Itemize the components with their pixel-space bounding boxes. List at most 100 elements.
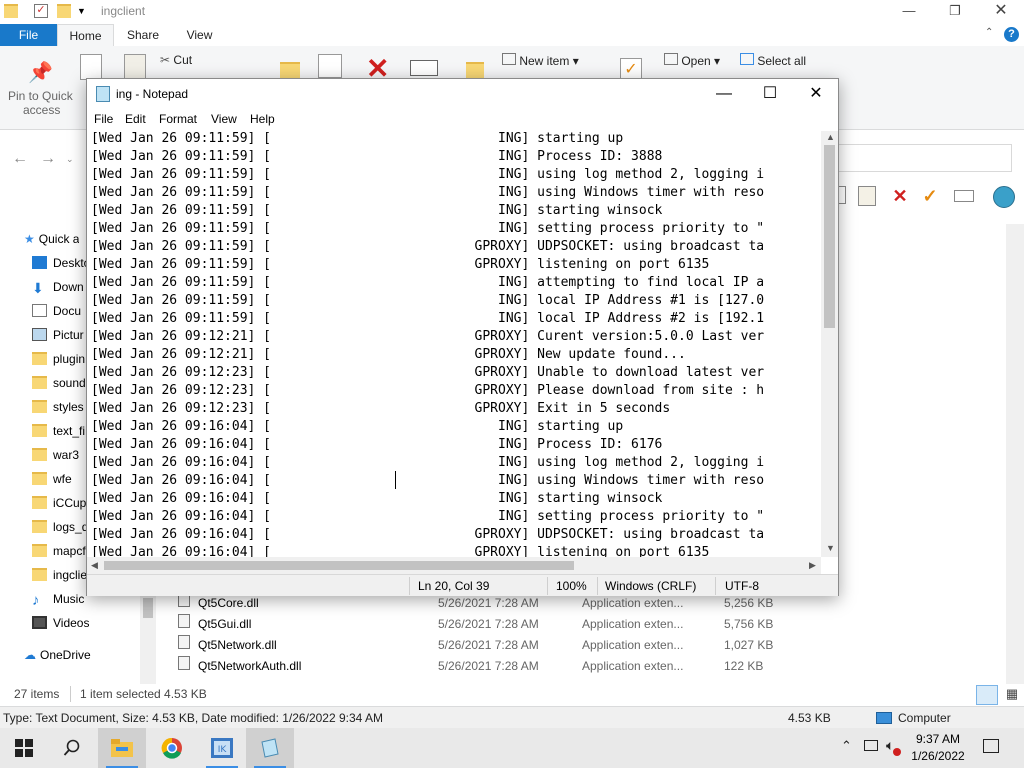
clock-date: 1/26/2022 [911,749,965,763]
new-item-button[interactable]: New item ▾ [502,53,579,68]
taskbar-chrome[interactable] [148,728,196,768]
explorer-minimize-button[interactable]: — [886,0,932,24]
details-bar: Type: Text Document, Size: 4.53 KB, Date… [0,706,1024,728]
tab-home[interactable]: Home [57,24,114,46]
search-button[interactable] [48,728,96,768]
scroll-left-arrow-icon[interactable]: ◀ [91,560,98,571]
customize-quick-access-icon[interactable]: ▼ [77,4,91,18]
explorer-close-button[interactable]: ✕ [978,0,1024,24]
rename-toolbar-icon[interactable] [954,190,974,202]
nav-item-logs[interactable]: logs_d [32,516,88,538]
menu-view[interactable]: View [211,112,237,126]
nav-item-videos[interactable]: Videos [32,612,89,634]
paste-toolbar-icon[interactable] [858,186,876,206]
file-row[interactable]: Qt5Network.dll 5/26/2021 7:28 AM Applica… [178,635,778,656]
help-icon[interactable]: ? [1004,27,1019,42]
notepad-horizontal-scroll-thumb[interactable] [104,561,574,570]
search-input[interactable] [836,144,1012,172]
cut-button[interactable]: ✂ Cut [160,53,192,67]
scroll-right-arrow-icon[interactable]: ▶ [809,560,816,571]
tab-view[interactable]: View [172,24,227,46]
line-ending: Windows (CRLF) [605,579,697,593]
file-row[interactable]: Qt5Gui.dll 5/26/2021 7:28 AM Application… [178,614,778,635]
open-icon [664,53,678,65]
file-size: 122 KB [724,659,764,673]
windows-logo-icon [15,739,33,757]
explorer-window-title: ingclient [101,4,146,18]
open-button[interactable]: Open ▾ [664,53,720,68]
menu-file[interactable]: File [94,112,113,126]
check-toolbar-icon[interactable]: ✓ [920,186,940,206]
move-to-icon[interactable] [276,56,302,78]
nav-item-quick-access[interactable]: ★ Quick a [24,228,79,250]
properties-icon[interactable]: ✓ [34,4,48,18]
file-row[interactable]: Qt5NetworkAuth.dll 5/26/2021 7:28 AM App… [178,656,778,677]
show-hidden-icons-chevron-icon[interactable]: ⌃ [841,738,852,754]
copy-icon[interactable] [80,54,102,80]
nav-item-sounds[interactable]: sound [32,372,86,394]
nav-item-ingclient[interactable]: ingclie [32,564,87,586]
forward-arrow-icon[interactable]: → [40,150,56,168]
tab-share[interactable]: Share [114,24,172,46]
notepad-close-button[interactable]: ✕ [793,79,839,109]
file-explorer-icon [111,739,133,757]
recent-locations-chevron-icon[interactable]: ⌄ [66,154,74,165]
nav-pane-scroll-thumb[interactable] [143,598,153,618]
tab-file[interactable]: File [0,24,57,46]
pin-label-1[interactable]: Pin to Quick [8,89,73,103]
menu-help[interactable]: Help [250,112,275,126]
nav-item-war3[interactable]: war3 [32,444,79,466]
menu-edit[interactable]: Edit [125,112,146,126]
file-row[interactable]: Qt5Core.dll 5/26/2021 7:28 AM Applicatio… [178,593,778,614]
pin-label-2[interactable]: access [23,103,60,117]
details-view-icon[interactable] [976,685,998,705]
file-list-scrollbar[interactable] [1006,224,1024,684]
scroll-down-arrow-icon[interactable]: ▼ [826,543,835,553]
back-arrow-icon[interactable]: ← [12,150,28,168]
nav-item-text-files[interactable]: text_fi [32,420,85,442]
taskbar-file-explorer[interactable] [98,728,146,768]
open-label: Open ▾ [681,54,721,68]
taskbar-notepad[interactable] [246,728,294,768]
taskbar-iccup-app[interactable]: IK [198,728,246,768]
pin-icon[interactable]: 📌 [28,60,53,85]
network-icon[interactable] [864,740,878,751]
notepad-minimize-button[interactable]: — [701,79,747,109]
nav-item-plugins[interactable]: plugin [32,348,85,370]
nav-item-mapcfgs[interactable]: mapcf [32,540,86,562]
ribbon-collapse-icon[interactable]: ⌃ [985,27,993,38]
download-icon: ⬇ [32,280,44,296]
menu-format[interactable]: Format [159,112,197,126]
notepad-vertical-scroll-thumb[interactable] [824,145,835,328]
globe-icon[interactable] [993,186,1015,208]
log-line: [Wed Jan 26 09:12:23] [ GPROXY] Unable t… [91,365,765,380]
notepad-maximize-button[interactable]: ☐ [747,79,793,109]
nav-item-onedrive[interactable]: ☁ OneDrive [24,644,91,666]
start-button[interactable] [0,728,48,768]
large-icons-view-icon[interactable]: ▦ [1002,685,1022,705]
zoom-level: 100% [556,579,587,593]
select-all-button[interactable]: Select all [740,53,806,68]
nav-item-iccup[interactable]: iCCup [32,492,86,514]
new-folder-icon[interactable] [57,4,71,18]
copy-to-icon[interactable] [318,54,342,78]
nav-item-documents[interactable]: Docu [32,300,81,322]
explorer-maximize-button[interactable]: ❐ [932,0,978,24]
nav-item-styles[interactable]: styles [32,396,84,418]
nav-item-wfe[interactable]: wfe [32,468,72,490]
nav-item-desktop[interactable]: Deskto [32,252,90,274]
delete-toolbar-icon[interactable]: ✕ [890,186,910,206]
nav-item-pictures[interactable]: Pictur [32,324,84,346]
clock[interactable]: 9:37 AM 1/26/2022 [906,731,970,765]
paste-icon[interactable] [124,54,146,80]
rename-icon[interactable] [410,60,438,76]
log-line: [Wed Jan 26 09:11:59] [ ING] Process ID:… [91,149,663,164]
new-folder-icon-ribbon[interactable] [466,56,484,78]
notepad-title: ing - Notepad [116,87,189,101]
notepad-text-area[interactable]: [Wed Jan 26 09:11:59] [ ING] starting up… [91,130,823,557]
select-all-label: Select all [757,54,807,68]
nav-item-downloads[interactable]: ⬇ Down [32,276,84,298]
scroll-up-arrow-icon[interactable]: ▲ [826,132,835,142]
nav-item-music[interactable]: ♪ Music [32,588,84,610]
notifications-icon[interactable] [983,739,999,753]
